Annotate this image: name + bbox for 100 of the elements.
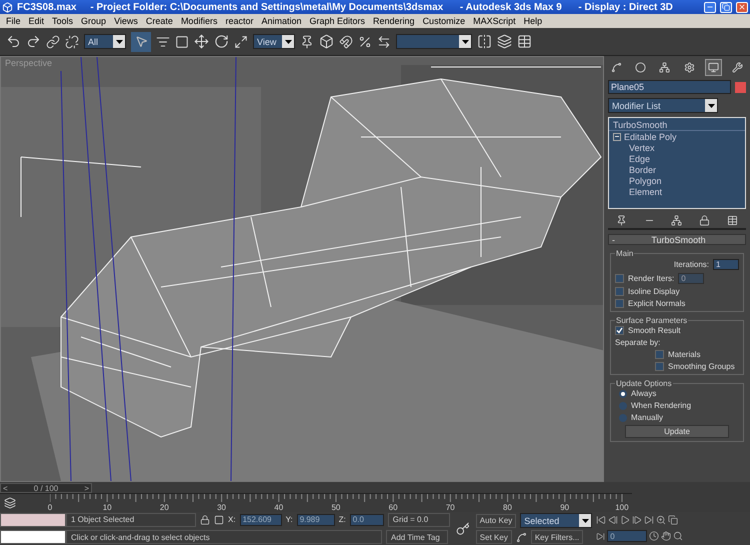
fork-icon[interactable] [671, 215, 682, 226]
pan-icon[interactable] [661, 531, 672, 542]
group-title: Main [615, 249, 634, 258]
time-config-icon[interactable] [649, 531, 660, 542]
layers-icon[interactable] [497, 34, 512, 49]
key-icon[interactable] [456, 522, 470, 536]
window-title: FC3S08.max - Project Folder: C:\Documents and Settings\metal\My Documents\3dsmax - Autodesk 3ds Max 9 - Display : Direct 3D [17, 2, 674, 12]
menu-item[interactable]: Create [142, 16, 177, 26]
menu-item[interactable]: Edit [24, 16, 48, 26]
undo-icon[interactable] [6, 34, 21, 49]
menu-item[interactable]: Modifiers [176, 16, 222, 26]
menu-item[interactable]: Graph Editors [306, 16, 370, 26]
modifier-list-dropdown[interactable]: Modifier List [608, 98, 718, 113]
zoom-icon[interactable] [656, 514, 666, 525]
previous-frame-icon[interactable] [608, 514, 618, 525]
frame-number: 20 [158, 503, 170, 512]
auto-key-button[interactable]: Auto Key [476, 514, 516, 528]
lock-icon[interactable] [200, 514, 210, 525]
list-icon[interactable] [156, 34, 170, 48]
reference-coordinate-dropdown[interactable]: View [253, 34, 295, 49]
expander-icon[interactable] [613, 132, 621, 140]
sub-object-item[interactable]: Edge [609, 153, 745, 164]
spinner-field[interactable]: 0 [678, 273, 704, 284]
rollout-header[interactable]: - TurboSmooth [608, 234, 746, 245]
stack-item[interactable]: TurboSmooth [609, 119, 745, 131]
unlink-icon[interactable] [65, 34, 79, 48]
minimize-button[interactable] [704, 2, 716, 12]
sub-object-item[interactable]: Element [609, 186, 745, 197]
set-key-button[interactable]: Set Key [476, 530, 512, 544]
sub-object-item[interactable]: Polygon [609, 175, 745, 186]
lock-icon[interactable] [699, 215, 710, 226]
menu-item[interactable]: Tools [48, 16, 78, 26]
update-button[interactable]: Update [625, 425, 729, 438]
menu-item[interactable]: MAXScript [469, 16, 520, 26]
checkbox[interactable] [615, 326, 624, 335]
menu-item[interactable]: Help [520, 16, 546, 26]
object-name-field[interactable]: Plane05 [608, 80, 731, 94]
maxscript-listener-field[interactable] [0, 513, 66, 528]
sub-object-item[interactable]: Vertex [609, 142, 745, 153]
menu-item[interactable]: Views [110, 16, 142, 26]
menu-item[interactable]: File [2, 16, 25, 26]
snap-icon[interactable] [339, 34, 353, 48]
checkbox[interactable] [655, 362, 664, 371]
redo-icon[interactable] [26, 34, 41, 49]
stack-item[interactable]: Editable Poly [609, 131, 745, 142]
table-icon[interactable] [517, 34, 532, 49]
key-mode-icon[interactable] [596, 532, 606, 541]
radio-button[interactable] [619, 390, 627, 398]
link-icon[interactable] [46, 34, 60, 48]
spinner-field[interactable]: 1 [713, 259, 739, 270]
box-icon[interactable] [319, 34, 334, 49]
object-color-swatch[interactable] [735, 82, 746, 92]
tangent-icon[interactable] [516, 532, 527, 542]
menu-item[interactable]: Rendering [369, 16, 419, 26]
selection-filter-dropdown[interactable]: All [84, 34, 126, 49]
select-tool[interactable] [131, 32, 151, 52]
move-icon[interactable] [194, 34, 209, 49]
pin-icon[interactable] [616, 215, 628, 226]
mirror-icon[interactable] [477, 34, 492, 49]
absolute-mode-icon[interactable] [214, 514, 224, 525]
close-button[interactable] [736, 2, 748, 12]
key-mode-dropdown[interactable]: Selected [520, 513, 592, 528]
checkbox[interactable] [615, 274, 624, 283]
time-tag-field[interactable]: Add Time Tag [386, 530, 448, 544]
checkbox[interactable] [615, 287, 624, 296]
zoom-all-icon[interactable] [668, 514, 678, 525]
spinner-snap-icon[interactable] [377, 34, 391, 48]
z-coordinate-field[interactable]: 0.0 [350, 514, 384, 526]
y-coordinate-field[interactable]: 9.989 [296, 514, 335, 526]
percent-snap-icon[interactable] [358, 34, 372, 48]
square-icon[interactable] [175, 34, 189, 48]
scale-icon[interactable] [234, 34, 248, 48]
search-icon[interactable] [673, 531, 684, 542]
current-frame-field[interactable]: 0 [607, 530, 648, 542]
menu-item[interactable]: Customize [418, 16, 470, 26]
go-to-end-icon[interactable] [644, 514, 654, 525]
pivot-icon[interactable] [300, 34, 314, 48]
menu-item[interactable]: reactor [221, 16, 258, 26]
radio-button[interactable] [619, 402, 627, 410]
restore-button[interactable] [720, 2, 732, 12]
go-to-start-icon[interactable] [596, 514, 606, 525]
maxscript-input-field[interactable] [0, 530, 66, 544]
play-icon[interactable] [620, 514, 630, 525]
configure-icon[interactable] [726, 215, 738, 226]
time-slider-handle[interactable]: < 0 / 100 > [0, 483, 92, 493]
track-bar-icon[interactable] [4, 497, 16, 509]
named-selection-dropdown[interactable] [396, 34, 472, 49]
menu-item[interactable]: Animation [257, 16, 306, 26]
next-frame-icon[interactable] [632, 514, 642, 525]
x-coordinate-field[interactable]: 152.609 [240, 514, 282, 526]
close-icon [738, 3, 746, 11]
rotate-icon[interactable] [214, 34, 229, 49]
group-label: Separate by: [615, 338, 662, 347]
radio-button[interactable] [619, 414, 627, 422]
menu-item[interactable]: Group [77, 16, 110, 26]
checkbox[interactable] [655, 350, 664, 359]
checkbox[interactable] [615, 299, 624, 308]
monitor-icon[interactable] [704, 59, 722, 76]
key-filters-button[interactable]: Key Filters... [530, 530, 584, 544]
sub-object-item[interactable]: Border [609, 164, 745, 175]
